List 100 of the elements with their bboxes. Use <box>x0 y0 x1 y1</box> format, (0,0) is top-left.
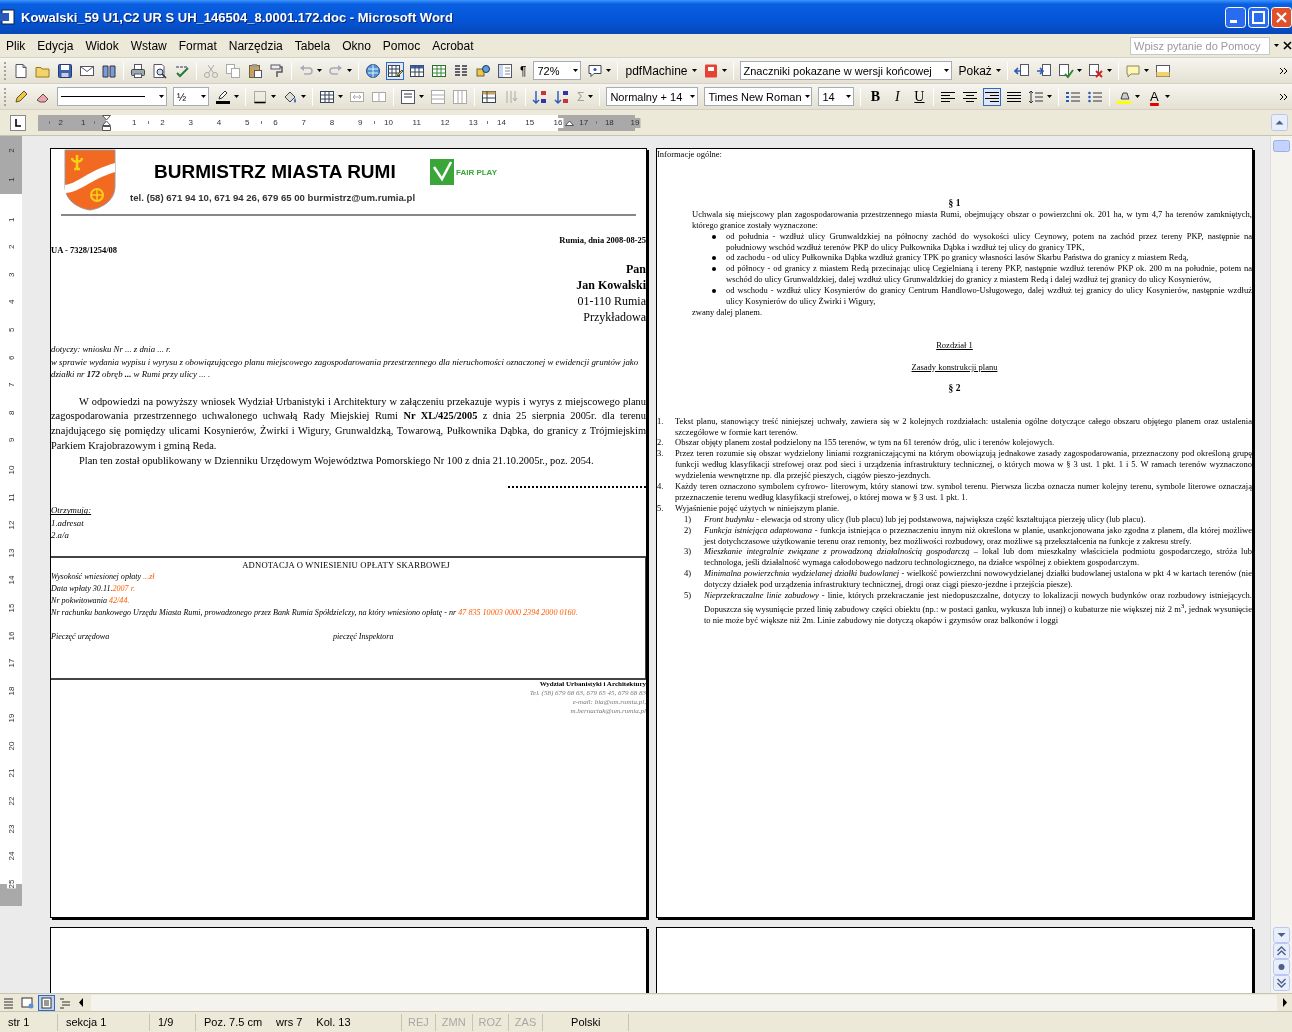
menu-item[interactable]: Edycja <box>31 36 80 55</box>
globe-icon[interactable] <box>365 62 381 79</box>
caret-icon[interactable] <box>995 69 1001 72</box>
caret-icon[interactable] <box>419 95 424 98</box>
scrollbar-thumb[interactable] <box>1273 140 1290 152</box>
menu-item[interactable]: Tabela <box>288 36 337 55</box>
caret-icon[interactable] <box>1135 95 1141 98</box>
pdf-menu-button[interactable]: pdfMachine <box>622 60 691 81</box>
line-spacing-icon[interactable] <box>1028 88 1045 105</box>
minimize-button[interactable] <box>1225 6 1246 28</box>
caret-icon[interactable] <box>804 95 810 98</box>
caret-icon[interactable] <box>1106 69 1112 72</box>
clipboard-icon[interactable] <box>247 62 263 79</box>
font-color-button[interactable]: A <box>1144 86 1165 107</box>
previous-page-button[interactable] <box>1273 943 1290 959</box>
menu-item[interactable]: Acrobat <box>426 36 480 55</box>
close-button[interactable] <box>1271 6 1292 28</box>
caret-icon[interactable] <box>271 95 276 98</box>
help-search-field[interactable]: Wpisz pytanie do Pomocy <box>1130 36 1270 55</box>
menu-item[interactable]: Widok <box>79 36 125 55</box>
document-badge-icon[interactable] <box>702 62 719 79</box>
menu-item[interactable]: Format <box>172 36 223 55</box>
underline-button[interactable]: U <box>909 86 930 107</box>
table-icon[interactable] <box>409 62 425 79</box>
table-autoformat-icon[interactable] <box>481 88 497 105</box>
document-map-icon[interactable] <box>497 62 513 79</box>
reviewing-pane-icon[interactable] <box>1154 62 1171 79</box>
caret-icon[interactable] <box>338 95 343 98</box>
align-right-icon[interactable] <box>984 88 1001 105</box>
spreadsheet-icon[interactable] <box>431 62 447 79</box>
ruler-number: 24 <box>6 851 16 861</box>
sort-ascending-icon[interactable] <box>532 88 548 105</box>
caret-icon[interactable] <box>159 95 164 98</box>
line-weight-dropdown[interactable]: ½ <box>173 87 209 106</box>
line-style-dropdown[interactable] <box>57 87 167 106</box>
table-pencil-icon[interactable] <box>387 62 403 79</box>
brush-icon[interactable] <box>269 62 285 79</box>
print-layout-icon[interactable] <box>38 994 55 1011</box>
scroll-down-button[interactable] <box>1273 927 1290 943</box>
overflow-chevron-icon[interactable] <box>1279 66 1288 75</box>
new-document-icon[interactable] <box>13 62 29 79</box>
caret-icon[interactable] <box>1076 69 1082 72</box>
font-dropdown[interactable]: Times New Roman <box>704 87 813 106</box>
caret-icon[interactable] <box>721 69 727 72</box>
accept-change-icon[interactable] <box>1057 62 1074 79</box>
show-menu-button[interactable]: Pokaż <box>955 60 995 81</box>
menu-item[interactable]: Pomoc <box>376 36 427 55</box>
menu-item[interactable]: Narzędzia <box>222 36 289 55</box>
caret-icon[interactable] <box>690 95 696 98</box>
columns-icon[interactable] <box>453 62 469 79</box>
caret-icon[interactable] <box>301 95 306 98</box>
shapes-icon[interactable] <box>475 62 491 79</box>
tab-selector-icon[interactable] <box>10 114 26 131</box>
markup-view-dropdown[interactable]: Znaczniki pokazane w wersji końcowej <box>739 61 952 80</box>
caret-icon[interactable] <box>1165 95 1171 98</box>
overflow-chevron-icon[interactable] <box>1279 92 1288 101</box>
caret-icon[interactable] <box>234 95 239 98</box>
caret-icon[interactable] <box>573 69 579 72</box>
list-number: 5. <box>657 502 665 514</box>
ruler-number: 13 <box>6 548 16 558</box>
show-formatting-button[interactable]: ¶ <box>517 60 530 81</box>
border-icon[interactable] <box>252 88 268 105</box>
book-icon[interactable] <box>101 62 117 79</box>
caret-icon[interactable] <box>943 69 949 72</box>
next-change-icon[interactable] <box>1035 62 1052 79</box>
printer-icon[interactable] <box>130 62 146 79</box>
menu-item[interactable]: Wstaw <box>124 36 173 55</box>
maximize-button[interactable] <box>1248 6 1269 28</box>
indent-marker-icon[interactable] <box>102 114 111 131</box>
style-dropdown[interactable]: Normalny + 14 <box>606 87 699 106</box>
close-document-icon[interactable] <box>1283 41 1292 50</box>
print-preview-icon[interactable] <box>152 62 168 79</box>
caret-icon[interactable] <box>846 95 852 98</box>
zoom-dropdown[interactable]: 72% <box>533 61 582 80</box>
caret-icon[interactable] <box>1143 69 1149 72</box>
caret-icon[interactable] <box>317 69 322 72</box>
caret-icon[interactable] <box>1274 44 1279 47</box>
previous-change-icon[interactable] <box>1013 62 1030 79</box>
insert-table-icon[interactable] <box>319 88 335 105</box>
help-icon[interactable] <box>587 62 604 79</box>
web-layout-icon[interactable] <box>19 994 36 1011</box>
pencil-icon[interactable] <box>13 88 29 105</box>
sort-descending-icon[interactable] <box>554 88 570 105</box>
caret-icon[interactable] <box>691 69 697 72</box>
caret-icon[interactable] <box>1047 95 1053 98</box>
bold-button[interactable]: B <box>865 86 886 107</box>
caret-icon[interactable] <box>588 95 594 98</box>
menu-item[interactable]: Plik <box>0 36 32 55</box>
italic-button[interactable]: I <box>887 86 908 107</box>
caret-icon[interactable] <box>201 95 206 98</box>
font-size-dropdown[interactable]: 14 <box>818 87 855 106</box>
reject-change-icon[interactable] <box>1087 62 1104 79</box>
caret-icon[interactable] <box>347 69 352 72</box>
cell-alignment-icon[interactable] <box>400 88 416 105</box>
browse-object-button[interactable] <box>1273 959 1290 975</box>
menu-item[interactable]: Okno <box>336 36 377 55</box>
next-page-button[interactable] <box>1273 975 1290 991</box>
caret-icon[interactable] <box>606 69 612 72</box>
scroll-up-button[interactable] <box>1271 114 1288 131</box>
pen-color-icon[interactable] <box>215 88 231 105</box>
